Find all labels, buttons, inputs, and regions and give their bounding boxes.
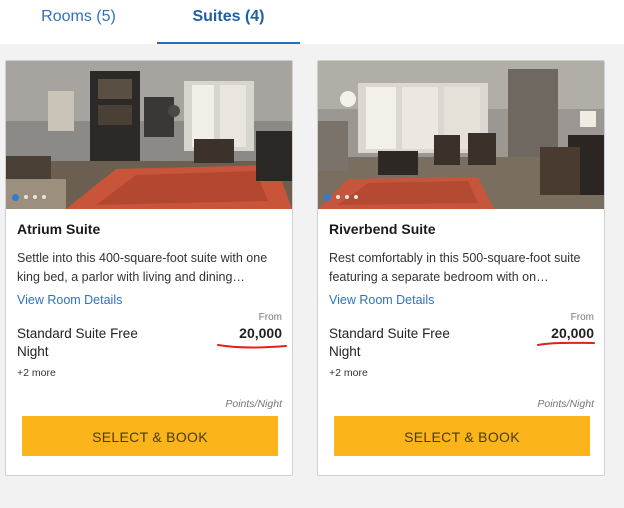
tab-suites-label: Suites (4) [192, 8, 265, 25]
more-rates-link[interactable]: +2 more [329, 367, 368, 379]
carousel-dot-active[interactable] [12, 193, 19, 201]
red-underline-annotation [217, 344, 287, 349]
red-underline-annotation [537, 341, 595, 346]
room-type-tabs: Rooms (5) Suites (4) [0, 0, 624, 44]
points-price: 20,000 [239, 325, 282, 341]
tab-rooms[interactable]: Rooms (5) [0, 0, 157, 44]
more-rates-link[interactable]: +2 more [17, 367, 56, 379]
select-and-book-button[interactable]: SELECT & BOOK [334, 416, 590, 456]
carousel-dot[interactable] [345, 195, 349, 199]
rate-name: Standard Suite Free Night [17, 326, 138, 359]
active-tab-indicator [157, 42, 300, 44]
suite-photo[interactable] [6, 61, 292, 209]
riverbend-suite-image [318, 61, 604, 209]
tab-suites[interactable]: Suites (4) [157, 0, 300, 44]
suite-description: Rest comfortably in this 500-square-foot… [329, 251, 581, 284]
suite-photo[interactable] [318, 61, 604, 209]
suite-card: Riverbend Suite Rest comfortably in this… [317, 60, 605, 476]
view-room-details-link[interactable]: View Room Details [17, 293, 122, 307]
from-label: From [570, 312, 594, 323]
points-per-night-label: Points/Night [225, 398, 282, 410]
points-price: 20,000 [551, 325, 594, 341]
image-carousel-dots [12, 193, 46, 201]
rate-name: Standard Suite Free Night [329, 326, 450, 359]
select-and-book-button[interactable]: SELECT & BOOK [22, 416, 278, 456]
from-label: From [258, 312, 282, 323]
suite-title: Riverbend Suite [329, 221, 436, 237]
atrium-suite-image [6, 61, 292, 209]
carousel-dot[interactable] [24, 195, 28, 199]
carousel-dot[interactable] [42, 195, 46, 199]
carousel-dot[interactable] [336, 195, 340, 199]
suite-card: Atrium Suite Settle into this 400-square… [5, 60, 293, 476]
suite-description: Settle into this 400-square-foot suite w… [17, 251, 268, 284]
suite-title: Atrium Suite [17, 221, 101, 237]
points-per-night-label: Points/Night [537, 398, 594, 410]
carousel-dot[interactable] [33, 195, 37, 199]
image-carousel-dots [324, 193, 358, 201]
carousel-dot[interactable] [354, 195, 358, 199]
carousel-dot-active[interactable] [324, 193, 331, 201]
view-room-details-link[interactable]: View Room Details [329, 293, 434, 307]
